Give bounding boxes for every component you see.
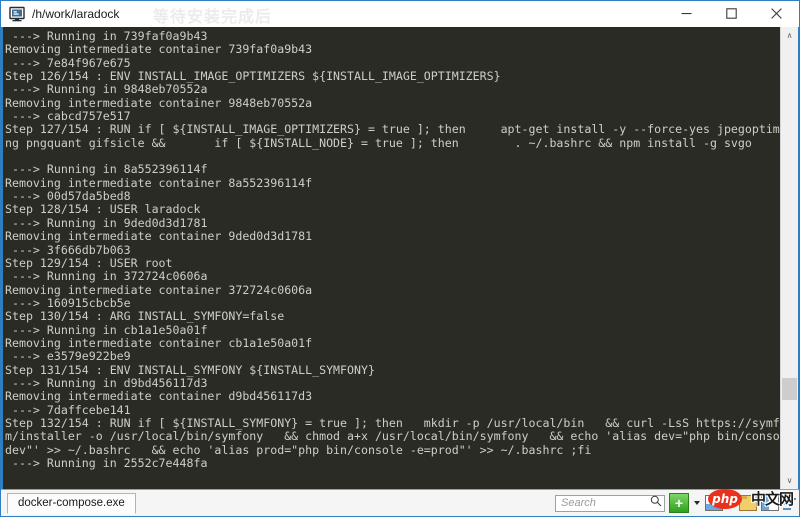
console-line: Removing intermediate container 739faf0a… <box>5 42 313 57</box>
console-line: Step 126/154 : ENV INSTALL_IMAGE_OPTIMIZ… <box>5 69 501 84</box>
console-line: Removing intermediate container 372724c0… <box>5 282 313 297</box>
window-controls <box>664 1 799 26</box>
console-line: Step 129/154 : USER root <box>5 255 173 270</box>
plus-icon: + <box>669 493 689 513</box>
console-line: ---> Running in 9848eb70552a <box>5 82 208 97</box>
console-line: ---> Running in 739faf0a9b43 <box>5 29 208 43</box>
list-lines-icon <box>783 497 796 510</box>
console-line: ---> Running in d9bd456117d3 <box>5 375 208 390</box>
console-line: ---> Running in 372724c0606a <box>5 269 208 284</box>
console-line: ---> e3579e922be9 <box>5 349 131 364</box>
console-line: dev"' >> ~/.bashrc && echo 'alias prod="… <box>5 442 592 457</box>
console-line: Removing intermediate container d9bd4561… <box>5 389 313 404</box>
console-line: ng pngquant gifsicle && if [ ${INSTALL_N… <box>5 135 780 150</box>
options-button[interactable] <box>783 493 796 513</box>
console-scrollbar[interactable]: ∧ ∨ <box>780 27 798 489</box>
console-line: ---> 160915cbcb5e <box>5 295 131 310</box>
console-line: Step 128/154 : USER laradock <box>5 202 201 217</box>
minimize-button[interactable] <box>664 1 709 26</box>
console-line: ---> cabcd757e517 <box>5 109 131 124</box>
scrollbar-track[interactable] <box>781 44 798 472</box>
new-tab-dropdown[interactable] <box>693 493 701 513</box>
open-folder-button[interactable] <box>739 493 757 513</box>
split-pane-icon <box>705 495 723 511</box>
split-pane-dropdown[interactable] <box>727 493 735 513</box>
console-output[interactable]: ---> Running in 739faf0a9b43 Removing int… <box>3 27 780 489</box>
status-bar: docker-compose.exe Search + php 中文网 <box>1 489 799 516</box>
terminal-icon <box>9 6 25 22</box>
chevron-down-icon-2 <box>728 501 734 505</box>
terminal-window: /h/work/laradock 等待安装完成后 ---> Running in… <box>0 0 800 517</box>
title-bar[interactable]: /h/work/laradock 等待安装完成后 <box>1 1 799 27</box>
console-line: ---> 7e84f967e675 <box>5 55 131 70</box>
split-pane-button[interactable] <box>705 493 723 513</box>
console-line: Step 130/154 : ARG INSTALL_SYMFONY=false <box>5 309 285 324</box>
close-button[interactable] <box>754 1 799 26</box>
console-area: ---> Running in 739faf0a9b43 Removing int… <box>1 27 799 489</box>
console-line: ---> 3f666db7b063 <box>5 242 131 257</box>
scroll-up-arrow[interactable]: ∧ <box>781 27 798 44</box>
search-icon[interactable] <box>650 494 662 512</box>
console-line: ---> Running in 2552c7e448fa <box>5 456 208 470</box>
console-line: ---> 7daffcebe141 <box>5 402 131 417</box>
title-bar-left: /h/work/laradock <box>1 6 664 22</box>
console-line: ---> 00d57da5bed8 <box>5 189 131 204</box>
console-line: m/installer -o /usr/local/bin/symfony &&… <box>5 429 780 444</box>
chevron-down-icon <box>694 501 700 505</box>
pane-layout-button[interactable] <box>761 493 779 513</box>
console-line: Step 132/154 : RUN if [ ${INSTALL_SYMFON… <box>5 415 780 430</box>
new-tab-button[interactable]: + <box>669 493 689 513</box>
window-title: /h/work/laradock <box>32 6 120 21</box>
console-line: Step 127/154 : RUN if [ ${INSTALL_IMAGE_… <box>5 122 780 137</box>
console-line: Removing intermediate container 9848eb70… <box>5 95 313 110</box>
search-placeholder: Search <box>561 497 596 509</box>
console-line: Removing intermediate container 9ded0d3d… <box>5 229 313 244</box>
console-line: ---> Running in 9ded0d3d1781 <box>5 215 208 230</box>
console-line: ---> Running in cb1a1e50a01f <box>5 322 208 337</box>
tab-docker-compose[interactable]: docker-compose.exe <box>7 492 136 514</box>
pane-layout-icon <box>761 495 779 511</box>
scroll-down-arrow[interactable]: ∨ <box>781 472 798 489</box>
maximize-button[interactable] <box>709 1 754 26</box>
console-line: Removing intermediate container 8a552396… <box>5 175 313 190</box>
console-line: ---> Running in 8a552396114f <box>5 162 208 177</box>
scrollbar-thumb[interactable] <box>782 377 797 400</box>
search-input[interactable]: Search <box>555 494 665 512</box>
console-line: Removing intermediate container cb1a1e50… <box>5 335 313 350</box>
console-line: Step 131/154 : ENV INSTALL_SYMFONY ${INS… <box>5 362 375 377</box>
folder-icon <box>739 495 757 511</box>
